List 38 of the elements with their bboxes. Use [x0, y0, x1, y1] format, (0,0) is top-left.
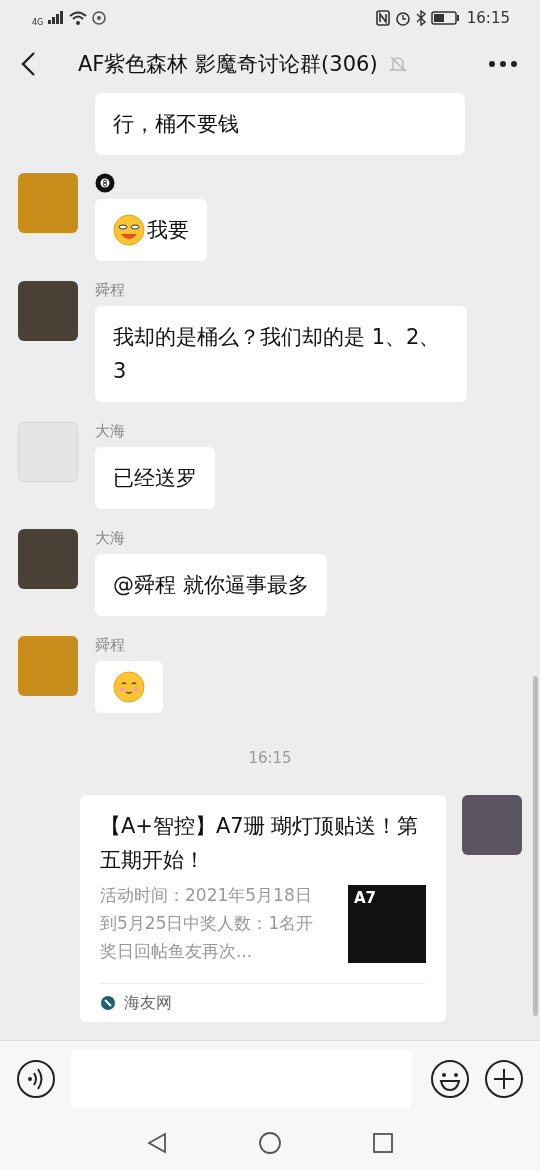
thumbnail-image: A7 [348, 885, 426, 964]
link-description: 活动时间：2021年5月18日到5月25日中奖人数：1名开奖日回帖鱼友再次... [100, 884, 315, 964]
avatar-image[interactable] [18, 529, 78, 590]
sender-name: 舜程 [95, 636, 125, 656]
wifi-icon [69, 10, 88, 25]
voice-icon[interactable] [16, 1058, 56, 1099]
back-nav-icon[interactable] [146, 1132, 168, 1155]
alarm-icon [394, 9, 411, 26]
sender-name: 大海 [95, 422, 125, 442]
signal-icon [48, 11, 65, 25]
message-bubble: @舜程 就你逼事最多 [95, 554, 327, 617]
back-icon[interactable] [20, 51, 36, 78]
recents-nav-icon[interactable] [372, 1132, 394, 1155]
source-name: 海友网 [124, 992, 172, 1014]
bluetooth-icon [415, 9, 426, 26]
clock-time: 16:15 [466, 8, 510, 27]
nfc-icon [375, 9, 390, 26]
message-bubble: 我却的是桶么？我们却的是 1、2、3 [95, 306, 467, 403]
message-bubble: 已经送罗 [95, 447, 215, 510]
home-nav-icon[interactable] [258, 1131, 282, 1156]
link-card[interactable]: 【A+智控】A7珊 瑚灯顶贴送！第五期开始！ 活动时间：2021年5月18日到5月25日中奖人数：1名开奖日回帖鱼友再次... A7 海友网 [80, 795, 446, 1023]
site-logo-icon [100, 995, 116, 1012]
sender-name: 大海 [95, 529, 125, 549]
timestamp: 16:15 [248, 749, 292, 768]
more-icon[interactable] [488, 60, 518, 69]
avatar-image[interactable] [462, 795, 522, 856]
link-title: 【A+智控】A7珊 瑚灯顶贴送！第五期开始！ [100, 813, 420, 875]
sender-name: 舜程 [95, 281, 125, 301]
chat-title: AF紫色森林 影魔奇讨论群(306) [78, 51, 378, 79]
smiling-face-icon [113, 671, 145, 704]
network-type: 4G [32, 18, 44, 28]
emoji-icon[interactable] [430, 1058, 470, 1099]
plus-icon[interactable] [484, 1058, 524, 1099]
battery-icon [430, 10, 459, 25]
avatar-image[interactable] [18, 281, 78, 342]
message-bubble: 我要 [95, 199, 207, 262]
message-bubble: 行，桶不要钱 [95, 93, 465, 156]
hotspot-icon [92, 9, 109, 26]
